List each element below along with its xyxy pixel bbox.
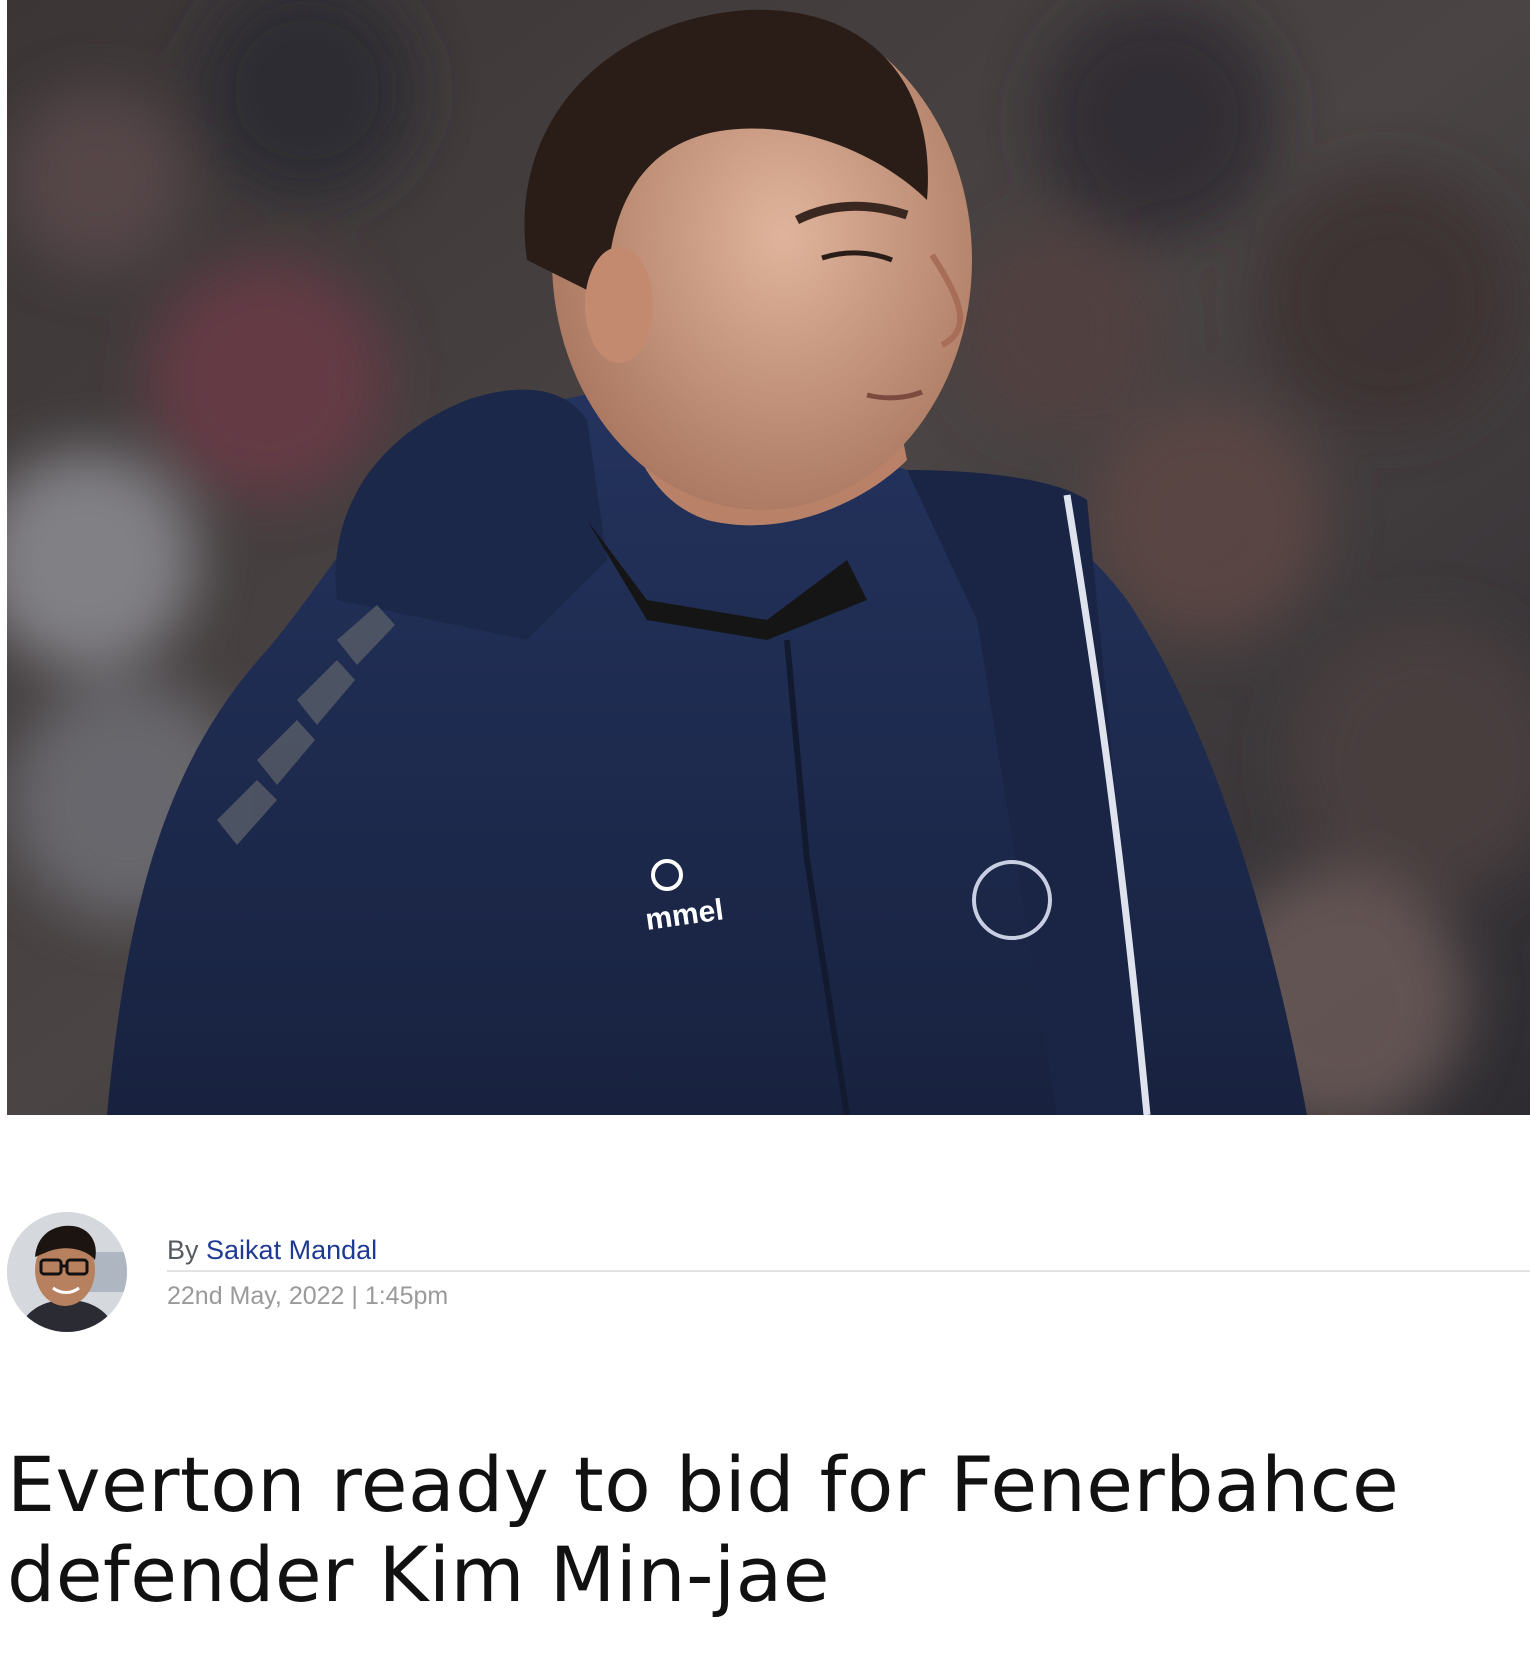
author-avatar[interactable] [7,1212,127,1332]
author-link[interactable]: Saikat Mandal [206,1235,377,1265]
article-byline: By Saikat Mandal 22nd May, 2022 | 1:45pm [7,1212,1530,1337]
hero-image: mmel [7,0,1530,1115]
publish-date: 22nd May, 2022 | 1:45pm [167,1282,449,1310]
article-headline: Everton ready to bid for Fenerbahce defe… [7,1440,1400,1619]
author-line: By Saikat Mandal [167,1230,1530,1272]
avatar-icon [7,1212,127,1332]
hero-photo-illustration: mmel [7,0,1530,1115]
byline-prefix: By [167,1235,199,1265]
byline-meta: By Saikat Mandal 22nd May, 2022 | 1:45pm [167,1230,1530,1311]
